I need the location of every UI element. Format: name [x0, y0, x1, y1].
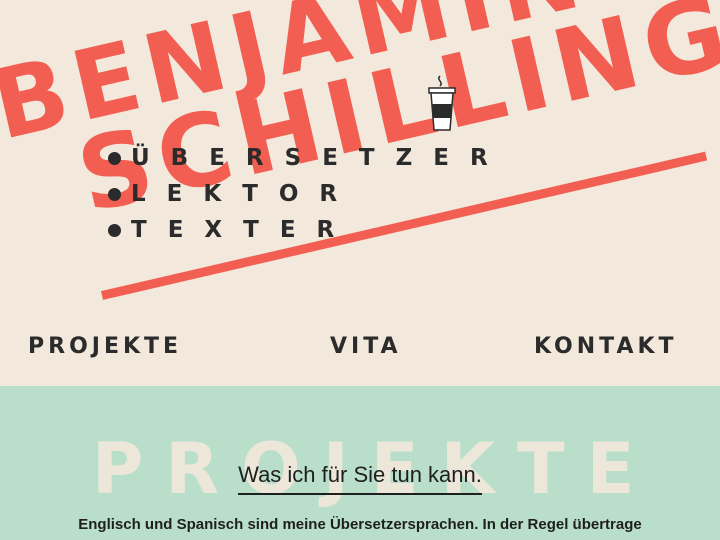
projects-section: PROJEKTE Was ich für Sie tun kann. Engli… [0, 386, 720, 540]
nav-link-vita[interactable]: VITA [330, 334, 402, 359]
main-nav: PROJEKTE VITA KONTAKT [0, 334, 720, 370]
role-list: ÜBERSETZER LEKTOR TEXTER [108, 140, 509, 248]
nav-link-projekte[interactable]: PROJEKTE [28, 334, 182, 359]
section-subheading: Was ich für Sie tun kann. [0, 462, 720, 495]
coffee-cup-icon [428, 75, 456, 131]
role-item: LEKTOR [108, 176, 509, 212]
hero-header: BENJAMIN SCHILLING ÜBERSETZER LEKTOR TEX… [0, 0, 720, 386]
role-label: TEXTER [131, 217, 356, 243]
section-intro-text: Englisch und Spanisch sind meine Überset… [78, 516, 642, 533]
bullet-icon [108, 151, 121, 165]
role-item: TEXTER [108, 212, 509, 248]
bullet-icon [108, 187, 121, 201]
nav-link-kontakt[interactable]: KONTAKT [534, 334, 678, 359]
bullet-icon [108, 223, 121, 237]
role-label: LEKTOR [131, 181, 359, 207]
section-subheading-text: Was ich für Sie tun kann. [238, 462, 482, 495]
role-label: ÜBERSETZER [131, 145, 509, 171]
role-item: ÜBERSETZER [108, 140, 509, 176]
